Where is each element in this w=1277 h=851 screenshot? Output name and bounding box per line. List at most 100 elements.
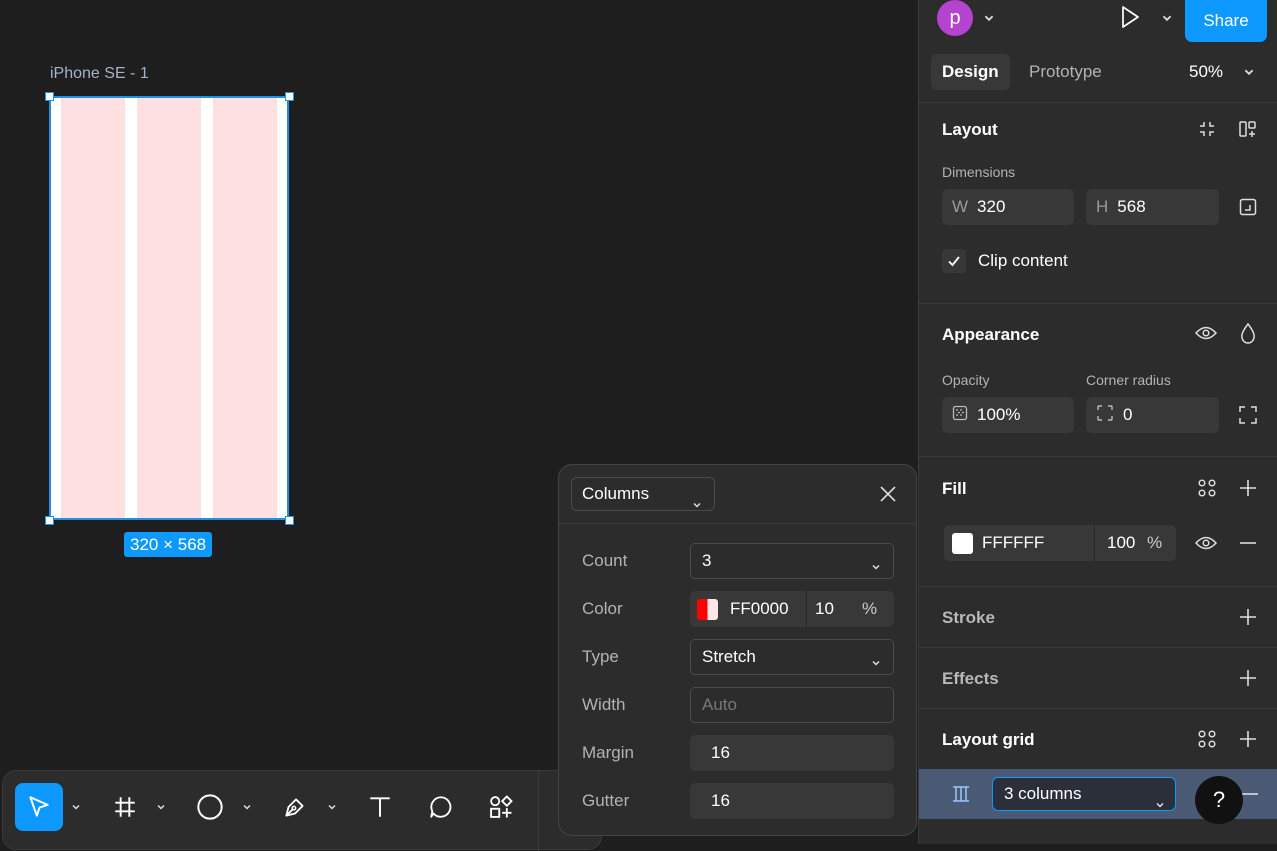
pen-tool-button[interactable] [271, 783, 319, 831]
add-stroke-icon[interactable] [1236, 605, 1260, 629]
fill-opacity[interactable]: 100 [1107, 533, 1147, 553]
pointer-icon [29, 796, 49, 817]
frame-label[interactable]: iPhone SE - 1 [50, 65, 149, 83]
play-icon[interactable] [1118, 5, 1142, 29]
independent-corners-icon[interactable] [1236, 403, 1260, 427]
check-icon [948, 256, 960, 267]
count-label: Count [582, 551, 628, 570]
grid-type-select[interactable]: Columns [571, 477, 715, 511]
resize-handle-top-right[interactable] [285, 92, 294, 101]
components-icon [490, 795, 513, 818]
divider [559, 523, 916, 524]
stroke-title: Stroke [942, 608, 995, 627]
frame-tool-button[interactable] [101, 783, 149, 831]
close-icon[interactable] [877, 483, 899, 505]
resize-to-fit-icon[interactable] [1236, 195, 1260, 219]
gutter-input[interactable]: 16 [690, 783, 894, 819]
add-grid-icon[interactable] [1236, 727, 1260, 751]
height-field[interactable]: H 568 [1086, 189, 1219, 225]
eye-icon[interactable] [1194, 531, 1218, 555]
grid-column [213, 98, 277, 518]
corner-radius-icon [1096, 404, 1114, 427]
width-label: Width [582, 695, 626, 714]
chevron-down-icon[interactable] [241, 801, 253, 813]
chevron-down-icon[interactable] [155, 801, 167, 813]
clip-content-label[interactable]: Clip content [978, 251, 1068, 271]
chevron-down-icon [871, 653, 881, 673]
type-label: Type [582, 647, 619, 666]
styles-icon[interactable] [1195, 476, 1219, 500]
margin-label: Margin [582, 743, 634, 762]
tab-prototype[interactable]: Prototype [1018, 54, 1113, 90]
opacity-label: Opacity [942, 372, 990, 388]
fill-hex[interactable]: FFFFFF [982, 533, 1094, 553]
divider [919, 647, 1277, 648]
resize-handle-bottom-left[interactable] [45, 516, 54, 525]
chevron-down-icon[interactable] [1237, 60, 1261, 84]
width-placeholder: Auto [702, 695, 737, 714]
styles-icon[interactable] [1195, 727, 1219, 751]
clip-content-checkbox[interactable] [942, 249, 966, 273]
columns-grid-icon[interactable] [949, 782, 973, 806]
width-input[interactable]: Auto [690, 687, 894, 723]
fill-percent: % [1147, 533, 1163, 552]
share-button[interactable]: Share [1185, 0, 1267, 42]
margin-input[interactable]: 16 [690, 735, 894, 771]
corner-radius-field[interactable]: 0 [1086, 397, 1219, 433]
grid-color-hex[interactable]: FF0000 [730, 599, 806, 619]
divider [919, 708, 1277, 709]
help-button[interactable]: ? [1195, 776, 1243, 824]
fill-swatch[interactable] [952, 532, 973, 554]
frame-icon [115, 797, 135, 817]
width-value: 320 [977, 197, 1006, 216]
avatar[interactable]: p [937, 0, 973, 36]
tab-design[interactable]: Design [931, 54, 1010, 90]
shape-tool-button[interactable] [186, 783, 234, 831]
add-fill-icon[interactable] [1236, 476, 1260, 500]
grid-preset-select[interactable]: 3 columns [992, 777, 1176, 811]
iphone-frame[interactable] [49, 96, 289, 520]
collapse-icon[interactable] [1195, 117, 1219, 141]
text-icon [370, 797, 390, 817]
fill-field[interactable]: FFFFFF 100 % [944, 525, 1176, 561]
divider [919, 456, 1277, 457]
grid-color-swatch[interactable] [697, 598, 718, 620]
width-field[interactable]: W 320 [942, 189, 1074, 225]
count-select[interactable]: 3 [690, 543, 894, 579]
grid-type-value: Columns [582, 484, 650, 503]
opacity-value: 100% [977, 405, 1021, 424]
layout-title: Layout [942, 120, 998, 139]
resize-handle-bottom-right[interactable] [285, 516, 294, 525]
opacity-field[interactable]: 100% [942, 397, 1074, 433]
properties-panel: p Share Design Prototype 50% Layout Dime… [918, 0, 1277, 844]
remove-fill-icon[interactable] [1236, 531, 1260, 555]
chevron-down-icon [871, 557, 881, 577]
divider [919, 102, 1277, 103]
move-tool-button[interactable] [15, 783, 63, 831]
add-effect-icon[interactable] [1236, 666, 1260, 690]
chevron-down-icon [692, 489, 702, 521]
count-value: 3 [702, 551, 712, 570]
text-tool-button[interactable] [356, 783, 404, 831]
auto-layout-icon[interactable] [1236, 117, 1260, 141]
grid-color-percent: % [862, 599, 878, 618]
type-value: Stretch [702, 647, 756, 666]
comment-tool-button[interactable] [417, 783, 465, 831]
toolbar-divider [538, 771, 539, 851]
corner-radius-label: Corner radius [1086, 372, 1171, 388]
zoom-level[interactable]: 50% [1189, 62, 1223, 82]
chevron-down-icon[interactable] [326, 801, 338, 813]
chevron-down-icon[interactable] [1155, 6, 1179, 30]
blend-mode-icon[interactable] [1236, 321, 1260, 345]
resize-handle-top-left[interactable] [45, 92, 54, 101]
chevron-down-icon[interactable] [70, 801, 82, 813]
eye-icon[interactable] [1194, 321, 1218, 345]
actions-tool-button[interactable] [477, 783, 525, 831]
chevron-down-icon[interactable] [977, 6, 1001, 30]
appearance-title: Appearance [942, 325, 1040, 344]
comment-icon [430, 796, 452, 818]
type-select[interactable]: Stretch [690, 639, 894, 675]
grid-color-opacity[interactable]: 10 [815, 599, 862, 619]
fill-title: Fill [942, 479, 967, 498]
grid-color-field[interactable]: FF0000 10 % [690, 591, 894, 627]
